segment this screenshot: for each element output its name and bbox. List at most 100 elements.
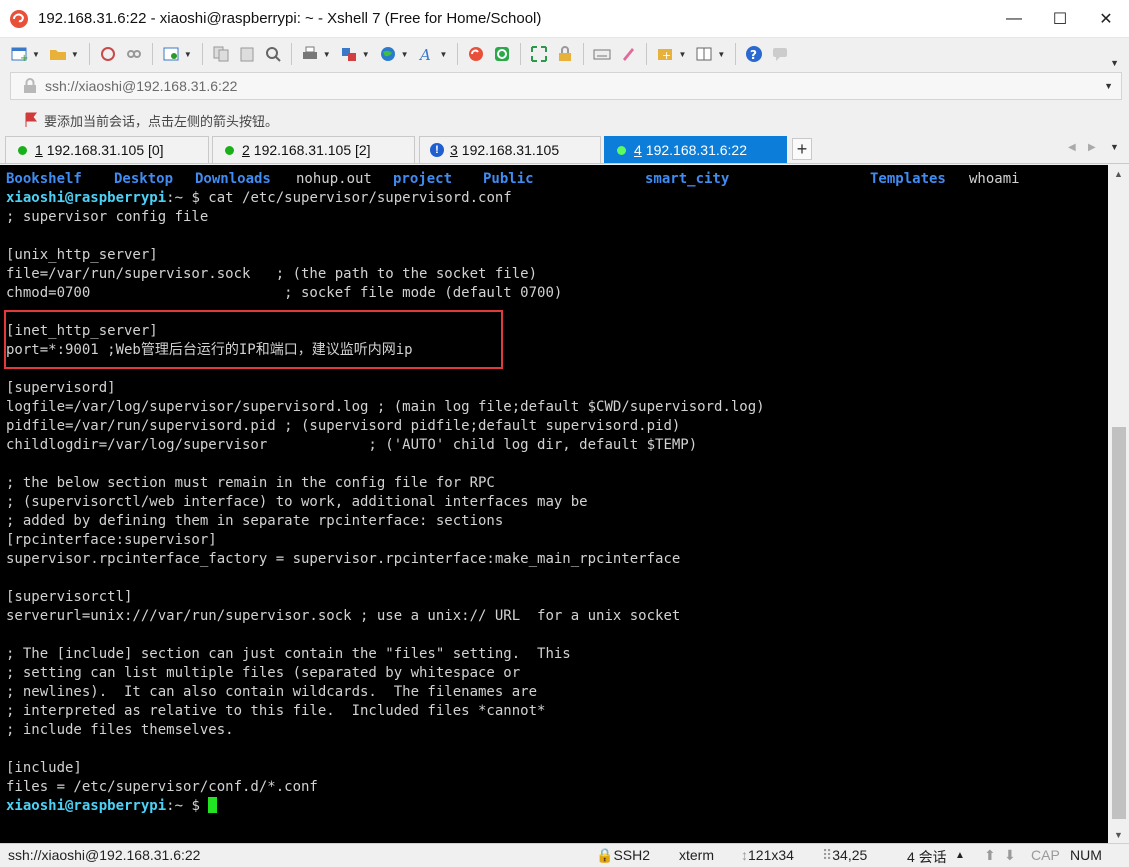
- terminal-line: [supervisorctl]: [6, 589, 133, 605]
- terminal-scrollbar[interactable]: ▲ ▼: [1108, 165, 1129, 843]
- ls-dir-item: Bookshelf: [6, 171, 82, 187]
- tab-label: 192.168.31.6:22: [645, 142, 748, 158]
- tab-number: 2: [242, 142, 250, 158]
- terminal-line: [unix_http_server]: [6, 247, 158, 263]
- print-dropdown-icon[interactable]: ▼: [323, 50, 331, 59]
- tab-session-2[interactable]: 2 192.168.31.105 [2]: [212, 136, 415, 163]
- help-icon[interactable]: ?: [743, 43, 765, 65]
- ls-dir-item: Templates: [870, 171, 946, 187]
- toolbar-overflow-icon[interactable]: ▼: [1110, 58, 1119, 68]
- terminal-cursor: [208, 797, 218, 813]
- layout-dropdown-icon[interactable]: ▼: [717, 50, 725, 59]
- keyboard-icon[interactable]: [591, 43, 613, 65]
- svg-text:A: A: [418, 46, 431, 63]
- terminal-prompt-line: xiaoshi@raspberrypi:~ $: [6, 797, 1108, 816]
- disconnect-icon[interactable]: [123, 43, 145, 65]
- terminal-line: ; (supervisorctl/web interface) to work,…: [6, 494, 588, 510]
- layout-icon[interactable]: [693, 43, 715, 65]
- address-input[interactable]: ssh://xiaoshi@192.168.31.6:22: [45, 78, 237, 94]
- session-tab-bar: 1 192.168.31.105 [0] 2 192.168.31.105 [2…: [0, 136, 1129, 164]
- add-pane-dropdown-icon[interactable]: ▼: [678, 50, 686, 59]
- status-sessions[interactable]: 4 会话: [907, 847, 947, 867]
- tab-number: 1: [35, 142, 43, 158]
- paste-icon[interactable]: [236, 43, 258, 65]
- terminal-line: ; include files themselves.: [6, 722, 234, 738]
- new-session-dropdown-icon[interactable]: ▼: [32, 50, 40, 59]
- find-icon[interactable]: [262, 43, 284, 65]
- session-prev-icon[interactable]: ⬆: [984, 847, 996, 864]
- maximize-button[interactable]: ☐: [1037, 0, 1083, 38]
- terminal-line: ; interpreted as relative to this file. …: [6, 703, 546, 719]
- globe-icon[interactable]: [377, 43, 399, 65]
- title-bar: 192.168.31.6:22 - xiaoshi@raspberrypi: ~…: [0, 0, 1129, 38]
- terminal-line: pidfile=/var/run/supervisord.pid ; (supe…: [6, 418, 681, 434]
- open-folder-icon[interactable]: [47, 43, 69, 65]
- terminal-line: ; the below section must remain in the c…: [6, 475, 495, 491]
- tab-session-3[interactable]: ! 3 192.168.31.105: [419, 136, 601, 163]
- xftp-icon[interactable]: [491, 43, 513, 65]
- scroll-up-icon[interactable]: ▲: [1108, 165, 1129, 182]
- minimize-button[interactable]: —: [991, 0, 1037, 38]
- add-pane-icon[interactable]: +: [654, 43, 676, 65]
- globe-dropdown-icon[interactable]: ▼: [401, 50, 409, 59]
- lock-icon[interactable]: [554, 43, 576, 65]
- tab-label: 192.168.31.105: [461, 142, 560, 158]
- connected-status-icon: [617, 145, 626, 155]
- toolbar-separator: [151, 43, 153, 65]
- tab-session-1[interactable]: 1 192.168.31.105 [0]: [5, 136, 209, 163]
- toolbar-separator: [735, 43, 737, 65]
- protocol-lock-icon: 🔒: [596, 847, 614, 863]
- terminal-line: [include]: [6, 760, 82, 776]
- terminal[interactable]: Bookshelf Desktop Downloads nohup.out pr…: [0, 165, 1108, 843]
- status-protocol: 🔒SSH2: [596, 847, 650, 864]
- terminal-command-line: xiaoshi@raspberrypi:~ $ cat /etc/supervi…: [6, 189, 1108, 208]
- position-icon: ⠿: [822, 847, 833, 863]
- print-icon[interactable]: [299, 43, 321, 65]
- address-bar[interactable]: ssh://xiaoshi@192.168.31.6:22 ▼: [10, 72, 1122, 100]
- tab-label: 192.168.31.105 [2]: [253, 142, 371, 158]
- xshell-icon[interactable]: [465, 43, 487, 65]
- bookmark-arrow-icon[interactable]: [24, 112, 38, 128]
- toolbar-separator: [290, 43, 292, 65]
- terminal-line: childlogdir=/var/log/supervisor ; ('AUTO…: [6, 437, 698, 453]
- toolbar-separator: [583, 43, 585, 65]
- sessions-dropdown-icon[interactable]: ▲: [955, 850, 965, 861]
- chat-icon[interactable]: [769, 43, 791, 65]
- toolbar-separator: [457, 43, 459, 65]
- tab-scroll-right-icon[interactable]: ▶: [1088, 142, 1096, 153]
- highlighter-icon[interactable]: [617, 43, 639, 65]
- tab-scroll-left-icon[interactable]: ◀: [1068, 142, 1076, 153]
- tab-list-dropdown-icon[interactable]: ▼: [1110, 142, 1119, 152]
- new-session-icon[interactable]: +: [8, 43, 30, 65]
- highlight-annotation-box: [4, 310, 503, 369]
- session-next-icon[interactable]: ⬇: [1004, 847, 1016, 864]
- hint-text: 要添加当前会话，点击左侧的箭头按钮。: [44, 113, 279, 129]
- properties-icon[interactable]: [160, 43, 182, 65]
- scrollbar-thumb[interactable]: [1112, 427, 1126, 819]
- transfer-dropdown-icon[interactable]: ▼: [362, 50, 370, 59]
- font-dropdown-icon[interactable]: ▼: [440, 50, 448, 59]
- reconnect-icon[interactable]: [97, 43, 119, 65]
- close-button[interactable]: ✕: [1083, 0, 1129, 38]
- scroll-down-icon[interactable]: ▼: [1108, 826, 1129, 843]
- font-icon[interactable]: A: [416, 43, 438, 65]
- terminal-line: ; setting can list multiple files (separ…: [6, 665, 521, 681]
- address-dropdown-icon[interactable]: ▼: [1104, 81, 1113, 91]
- properties-dropdown-icon[interactable]: ▼: [184, 50, 192, 59]
- terminal-line: [supervisord]: [6, 380, 116, 396]
- fullscreen-icon[interactable]: [528, 43, 550, 65]
- toolbar-separator: [646, 43, 648, 65]
- terminal-line: ; newlines). It can also contain wildcar…: [6, 684, 538, 700]
- xshell-app-icon: [10, 9, 28, 28]
- transfer-icon[interactable]: [338, 43, 360, 65]
- connected-status-icon: [18, 145, 27, 155]
- open-dropdown-icon[interactable]: ▼: [71, 50, 79, 59]
- svg-text:+: +: [20, 53, 28, 63]
- tab-session-4-active[interactable]: 4 192.168.31.6:22: [604, 136, 787, 163]
- copy-icon[interactable]: [210, 43, 232, 65]
- add-tab-button[interactable]: +: [792, 138, 812, 160]
